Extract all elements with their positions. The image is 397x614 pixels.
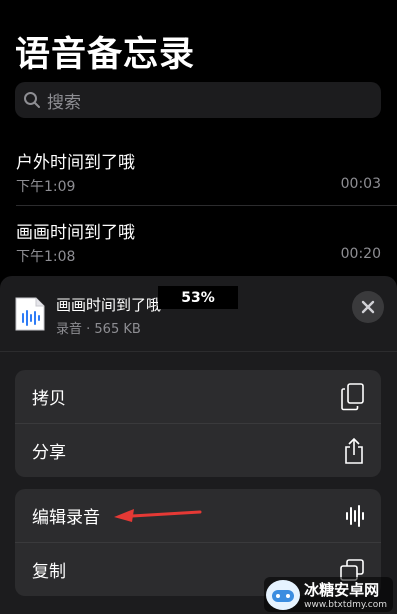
watermark-logo-icon [266, 579, 301, 610]
action-label: 拷贝 [32, 389, 66, 409]
audio-file-icon [15, 297, 45, 331]
recording-item[interactable]: 户外时间到了哦 下午1:09 00:03 [0, 140, 397, 206]
recording-time: 下午1:09 [16, 179, 76, 195]
action-label: 复制 [32, 562, 66, 582]
search-icon [24, 92, 40, 108]
recording-duration: 00:20 [340, 246, 381, 262]
recording-time: 下午1:08 [16, 249, 76, 265]
watermark-title: 冰糖安卓网 [304, 581, 380, 599]
search-placeholder[interactable]: 搜索 [47, 88, 81, 113]
share-action[interactable]: 分享 [15, 423, 381, 477]
progress-label: 53% [158, 286, 238, 309]
share-icon [345, 437, 363, 464]
copy-icon [341, 382, 364, 410]
file-meta: 录音 · 565 KB [56, 322, 141, 337]
close-icon [361, 300, 375, 314]
watermark: 冰糖安卓网 www.btxtdmy.com [264, 577, 393, 612]
divider [16, 205, 397, 206]
close-button[interactable] [352, 291, 384, 323]
recording-item[interactable]: 画画时间到了哦 下午1:08 00:20 [0, 208, 397, 274]
action-label: 编辑录音 [32, 508, 100, 528]
annotation-arrow [114, 509, 202, 522]
divider [0, 351, 397, 352]
file-name: 画画时间到了哦 [56, 296, 162, 314]
watermark-url: www.btxtdmy.com [304, 600, 387, 610]
recording-duration: 00:03 [340, 176, 381, 192]
waveform-icon [346, 504, 364, 527]
search-bar[interactable]: 搜索 [15, 82, 381, 118]
page-title: 语音备忘录 [15, 35, 196, 75]
copy-action[interactable]: 拷贝 [15, 370, 381, 423]
action-label: 分享 [32, 443, 66, 463]
action-group: 拷贝 分享 [15, 370, 381, 477]
recording-name: 户外时间到了哦 [16, 153, 135, 173]
recording-name: 画画时间到了哦 [16, 223, 135, 243]
